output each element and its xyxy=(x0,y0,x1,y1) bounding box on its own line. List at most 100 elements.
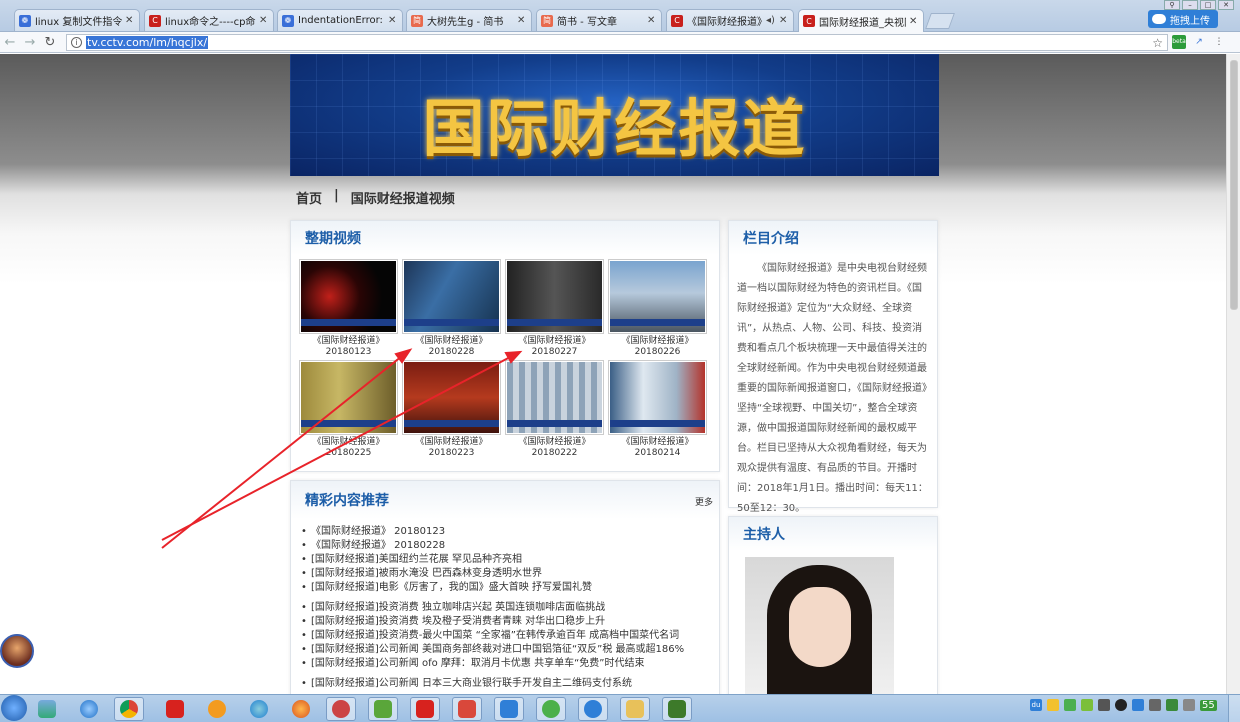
weibo-app-icon[interactable] xyxy=(202,697,232,721)
wifi-icon[interactable] xyxy=(1166,699,1178,711)
browser-tab[interactable]: 简 大树先生g - 简书 ✕ xyxy=(406,9,532,31)
video-card[interactable]: 《国际财经报道》 20180223 xyxy=(402,360,501,459)
info-icon[interactable]: i xyxy=(71,37,82,48)
bookmark-star-icon[interactable]: ☆ xyxy=(1152,36,1163,50)
volume-icon[interactable] xyxy=(1149,699,1161,711)
network-icon[interactable] xyxy=(1098,699,1110,711)
menu-icon[interactable]: ⋮ xyxy=(1212,35,1226,49)
video-card[interactable]: 《国际财经报道》 20180214 xyxy=(608,360,707,459)
browser-tab[interactable]: 简 简书 - 写文章 ✕ xyxy=(536,9,662,31)
video-title[interactable]: 《国际财经报道》 xyxy=(402,336,501,347)
video-card[interactable]: 《国际财经报道》 20180228 xyxy=(402,259,501,358)
browser-tab[interactable]: C linux命令之----cp命令用 ✕ xyxy=(144,9,274,31)
close-icon[interactable]: ✕ xyxy=(909,16,919,27)
folder-app-icon[interactable] xyxy=(32,697,62,721)
file-explorer-icon[interactable] xyxy=(620,697,650,721)
browser-tab[interactable]: C 《国际财经报道》 20 ◂) ✕ xyxy=(666,9,794,31)
video-card[interactable]: 《国际财经报道》 20180222 xyxy=(505,360,604,459)
url-text[interactable]: tv.cctv.com/lm/hqcjlx/ xyxy=(86,36,209,49)
list-item[interactable]: [国际财经报道]电影《厉害了，我的国》盛大首映 抒写爱国礼赞 xyxy=(301,581,711,595)
video-thumbnail[interactable] xyxy=(301,362,396,433)
video-title[interactable]: 《国际财经报道》 xyxy=(608,336,707,347)
video-thumbnail[interactable] xyxy=(610,261,705,332)
baidu-cloud-icon[interactable] xyxy=(578,697,608,721)
vertical-scrollbar[interactable] xyxy=(1226,54,1240,694)
qq-icon[interactable] xyxy=(1115,699,1127,711)
more-link[interactable]: 更多 xyxy=(695,495,713,508)
video-thumbnail[interactable] xyxy=(507,362,602,433)
chrome-icon[interactable] xyxy=(114,697,144,721)
nvidia-icon[interactable] xyxy=(1081,699,1093,711)
mail-icon[interactable] xyxy=(452,697,482,721)
browser-app-icon[interactable] xyxy=(244,697,274,721)
video-card[interactable]: 《国际财经报道》 20180123 xyxy=(299,259,398,358)
list-item[interactable]: [国际财经报道]投资消费-最火中国菜 “全家福”在韩传承逾百年 成高档中国菜代名… xyxy=(301,629,711,643)
video-card[interactable]: 《国际财经报道》 20180227 xyxy=(505,259,604,358)
close-icon[interactable]: ✕ xyxy=(388,15,398,26)
security-icon[interactable] xyxy=(1064,699,1076,711)
jianshu-app-icon[interactable] xyxy=(410,697,440,721)
breadcrumb-current-link[interactable]: 国际财经报道视频 xyxy=(351,188,455,207)
drag-upload-button[interactable]: 拖拽上传 xyxy=(1148,10,1218,28)
close-icon[interactable]: ✕ xyxy=(779,15,789,26)
scrollbar-thumb[interactable] xyxy=(1230,60,1238,310)
app-icon[interactable] xyxy=(368,697,398,721)
minimize-icon[interactable]: – xyxy=(1182,0,1198,10)
back-icon[interactable]: ← xyxy=(0,35,20,50)
video-title[interactable]: 《国际财经报道》 xyxy=(505,336,604,347)
user-icon[interactable]: ⚲ xyxy=(1164,0,1180,10)
video-title[interactable]: 《国际财经报道》 xyxy=(299,437,398,448)
battery-icon[interactable] xyxy=(1183,699,1195,711)
maximize-icon[interactable]: □ xyxy=(1200,0,1216,10)
video-title[interactable]: 《国际财经报道》 xyxy=(505,437,604,448)
list-item[interactable]: 《国际财经报道》 20180228 xyxy=(301,539,711,553)
video-title[interactable]: 《国际财经报道》 xyxy=(299,336,398,347)
trend-icon[interactable]: ↗ xyxy=(1192,35,1206,49)
close-icon[interactable]: ✕ xyxy=(259,15,269,26)
video-title[interactable]: 《国际财经报道》 xyxy=(402,437,501,448)
start-button[interactable] xyxy=(1,695,27,721)
list-item[interactable]: [国际财经报道]公司新闻 美国商务部终裁对进口中国铝箔征“双反”税 最高或超18… xyxy=(301,643,711,657)
du-icon[interactable]: du xyxy=(1030,699,1042,711)
video-card[interactable]: 《国际财经报道》 20180226 xyxy=(608,259,707,358)
reload-icon[interactable]: ↻ xyxy=(40,35,60,50)
breadcrumb-home-link[interactable]: 首页 xyxy=(296,188,322,207)
tray-badge[interactable]: 55 xyxy=(1200,699,1217,711)
video-thumbnail[interactable] xyxy=(301,261,396,332)
firefox-icon[interactable] xyxy=(286,697,316,721)
video-thumbnail[interactable] xyxy=(404,362,499,433)
close-icon[interactable]: ✕ xyxy=(647,15,657,26)
list-item[interactable]: 《国际财经报道》 20180123 xyxy=(301,525,711,539)
list-item[interactable]: [国际财经报道]投资消费 埃及橙子受消费者青睐 对华出口稳步上升 xyxy=(301,615,711,629)
list-item[interactable]: [国际财经报道]公司新闻 ofo 摩拜：取消月卡优惠 共享单车“免费”时代结束 xyxy=(301,657,711,671)
avatar[interactable] xyxy=(0,634,34,668)
close-window-icon[interactable]: ✕ xyxy=(1218,0,1234,10)
app-icon[interactable] xyxy=(326,697,356,721)
video-thumbnail[interactable] xyxy=(507,261,602,332)
bluetooth-icon[interactable] xyxy=(1132,699,1144,711)
close-icon[interactable]: ✕ xyxy=(125,15,135,26)
note-app-icon[interactable] xyxy=(494,697,524,721)
show-desktop-button[interactable] xyxy=(1228,695,1240,722)
list-item[interactable]: [国际财经报道]美国纽约兰花展 罕见品种齐亮相 xyxy=(301,553,711,567)
forward-icon[interactable]: → xyxy=(20,35,40,50)
ie-icon[interactable] xyxy=(74,697,104,721)
shield-icon[interactable] xyxy=(1047,699,1059,711)
video-card[interactable]: 《国际财经报道》 20180225 xyxy=(299,360,398,459)
video-thumbnail[interactable] xyxy=(404,261,499,332)
address-bar[interactable]: i tv.cctv.com/lm/hqcjlx/ ☆ xyxy=(66,34,1168,51)
video-thumbnail[interactable] xyxy=(610,362,705,433)
new-tab-button[interactable] xyxy=(925,13,955,29)
host-photo[interactable] xyxy=(745,557,894,694)
close-icon[interactable]: ✕ xyxy=(517,15,527,26)
browser-tab[interactable]: ❁ linux 复制文件指令_百度 ✕ xyxy=(14,9,140,31)
list-item[interactable]: [国际财经报道]被雨水淹没 巴西森林变身透明水世界 xyxy=(301,567,711,581)
browser-tab[interactable]: ❁ IndentationError: unine ✕ xyxy=(277,9,403,31)
extension-beta-icon[interactable]: beta xyxy=(1172,35,1186,49)
video-title[interactable]: 《国际财经报道》 xyxy=(608,437,707,448)
list-item[interactable]: [国际财经报道]投资消费 独立咖啡店兴起 英国连锁咖啡店面临挑战 xyxy=(301,601,711,615)
browser-tab-active[interactable]: C 国际财经报道_央视网(cc ✕ xyxy=(798,9,924,32)
wechat-icon[interactable] xyxy=(536,697,566,721)
jianshu-app-icon[interactable] xyxy=(160,697,190,721)
list-item[interactable]: [国际财经报道]公司新闻 日本三大商业银行联手开发自主二维码支付系统 xyxy=(301,677,711,691)
